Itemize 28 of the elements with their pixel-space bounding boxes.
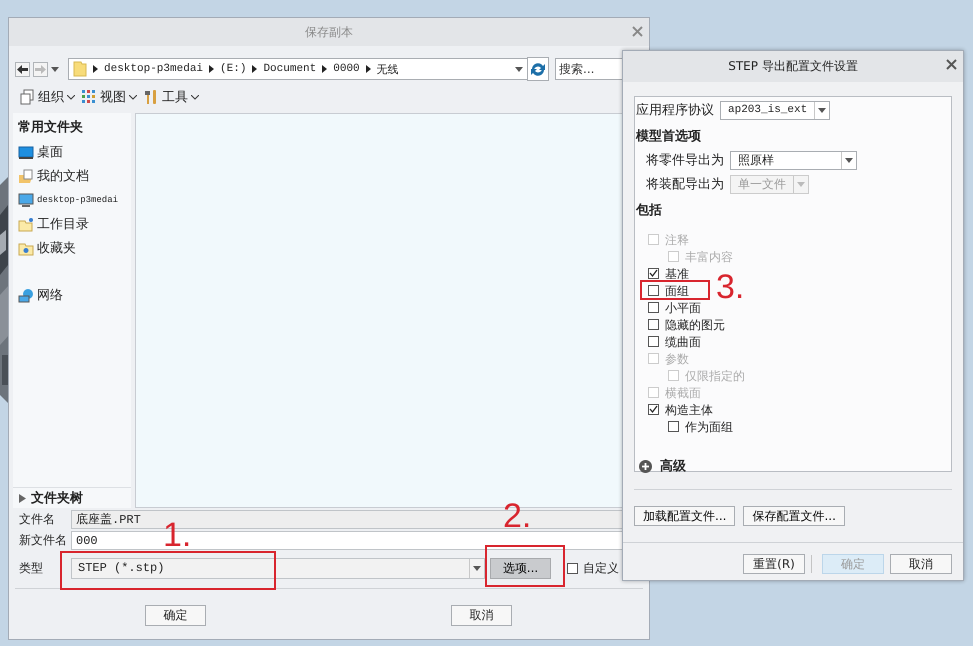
dropdown: 单一文件 — [730, 174, 809, 194]
checkbox-label: 参数 — [665, 352, 689, 366]
checkbox-label: 小平面 — [665, 300, 701, 314]
window-title: 保存副本 — [305, 24, 353, 40]
checkbox-label: 基准 — [665, 266, 689, 280]
section-heading: 包括 — [636, 202, 663, 219]
checkbox-label: 横截面 — [665, 386, 701, 400]
checkbox-label: 缆曲面 — [665, 334, 701, 348]
ok-button: 确定 — [822, 554, 884, 574]
field-label: 将零件导出为 — [646, 152, 724, 169]
checkbox-label: 自定义 — [583, 560, 619, 576]
field-label: 类型 — [19, 560, 44, 576]
checkbox-label: 面组 — [665, 284, 689, 298]
checkbox-label: 作为面组 — [685, 420, 733, 434]
checkbox-label: 仅限指定的 — [685, 368, 745, 382]
field-label: 应用程序协议 — [636, 102, 714, 119]
checkbox-label: 隐藏的图元 — [665, 318, 725, 332]
sidebar-heading: 常用文件夹 — [18, 118, 84, 136]
section-heading: 模型首选项 — [636, 128, 702, 145]
field-label: 新文件名 — [19, 532, 68, 549]
checkbox-label: 注释 — [665, 232, 689, 246]
checkbox-label: 构造主体 — [665, 402, 713, 416]
annotation-number: 2. — [503, 499, 532, 533]
checkbox-label: 丰富内容 — [685, 250, 733, 264]
field-label: 将装配导出为 — [646, 176, 724, 193]
annotation-number: 3. — [716, 270, 744, 304]
field-label: 文件名 — [19, 511, 56, 528]
window-title: STEP 导出配置文件设置 — [728, 58, 858, 75]
